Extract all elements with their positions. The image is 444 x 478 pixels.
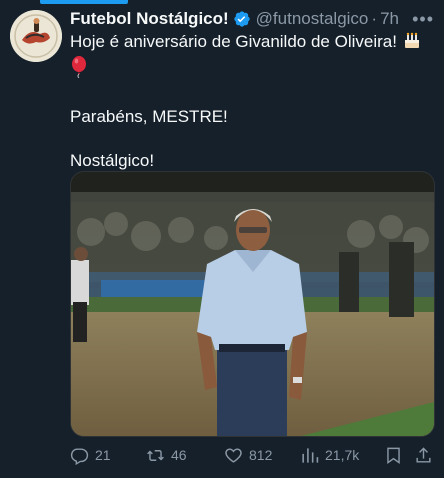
- like-count: 812: [249, 447, 273, 463]
- avatar-logo-icon: [10, 10, 62, 62]
- retweet-button[interactable]: 46: [146, 446, 224, 465]
- birthday-cake-icon: [402, 30, 422, 56]
- tweet-text-line-1: Hoje é aniversário de Givanildo de Olive…: [70, 30, 434, 56]
- views-button[interactable]: 21,7k: [300, 446, 384, 465]
- share-icon: [416, 446, 431, 463]
- separator-dot: ·: [371, 9, 378, 28]
- more-icon[interactable]: •••: [412, 9, 434, 30]
- retweet-icon: [147, 449, 164, 461]
- retweet-count: 46: [171, 447, 187, 463]
- views-icon: [302, 447, 319, 463]
- verified-badge-icon: [233, 10, 251, 28]
- reply-count: 21: [95, 447, 111, 463]
- share-button[interactable]: [414, 446, 434, 465]
- balloon-icon: [70, 56, 88, 84]
- bookmark-button[interactable]: [384, 446, 414, 465]
- tweet-text-line-1-text: Hoje é aniversário de Givanildo de Olive…: [70, 32, 397, 51]
- top-progress-bar: [40, 0, 128, 4]
- reply-icon: [70, 447, 89, 465]
- tweet-text-line-2: Parabéns, MESTRE!: [70, 107, 228, 126]
- tweet-text-line-3: Nostálgico!: [70, 151, 155, 170]
- tweet-time[interactable]: 7h: [380, 9, 399, 29]
- coach-photo: [71, 172, 434, 436]
- avatar[interactable]: [10, 10, 62, 62]
- bookmark-icon: [387, 447, 400, 464]
- tweet-photo[interactable]: [70, 171, 435, 437]
- like-button[interactable]: 812: [224, 446, 300, 465]
- author-name[interactable]: Futebol Nostálgico!: [70, 9, 229, 29]
- views-count: 21,7k: [325, 447, 360, 463]
- tweet-text-line-1b: [70, 56, 434, 84]
- reply-button[interactable]: 21: [70, 446, 146, 465]
- heart-icon: [225, 447, 242, 463]
- tweet-text: Hoje é aniversário de Givanildo de Olive…: [70, 30, 434, 172]
- tweet-actions: 21 46 812 21,7k: [70, 442, 434, 468]
- author-handle[interactable]: @futnostalgico: [256, 9, 369, 29]
- tweet-header: Futebol Nostálgico! @futnostalgico · 7h …: [70, 8, 434, 30]
